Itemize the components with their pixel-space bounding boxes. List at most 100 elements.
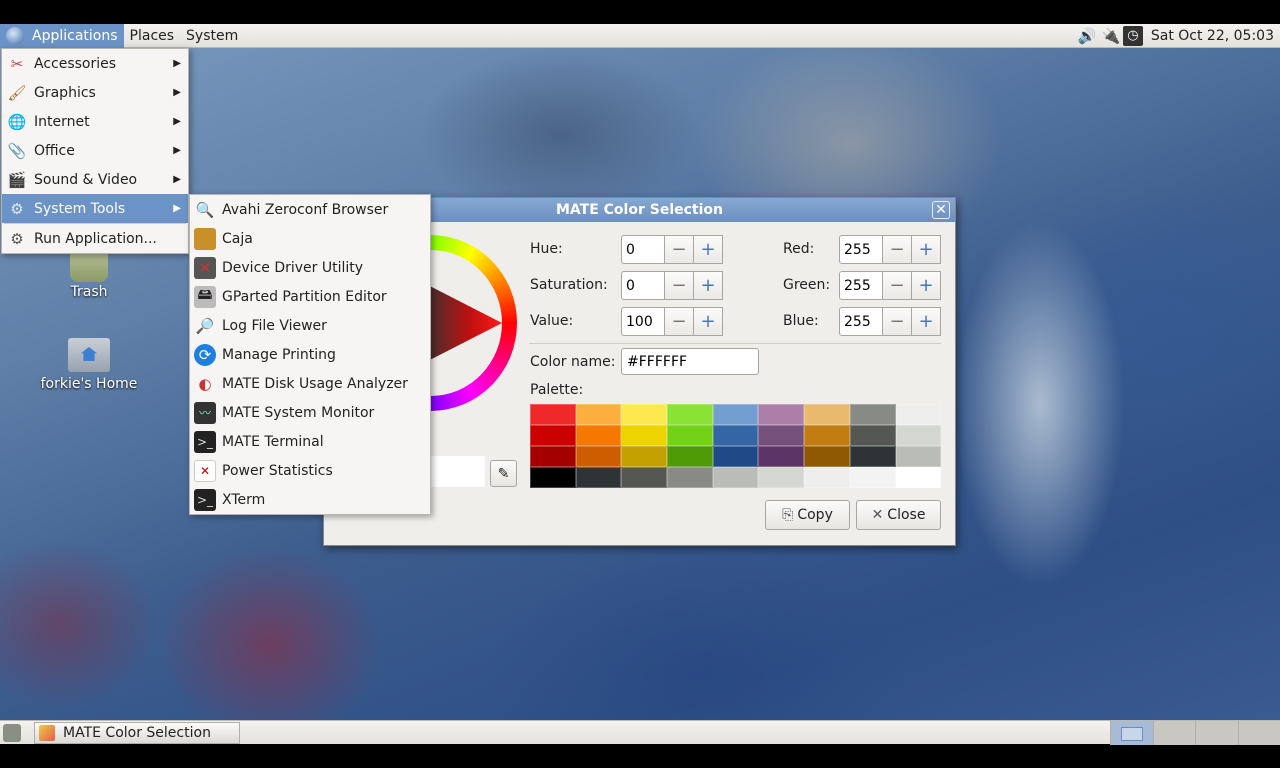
red-input[interactable]	[839, 235, 883, 264]
dialog-title: MATE Color Selection	[555, 202, 723, 218]
menu-item-accessories[interactable]: ✂ Accessories ▶	[2, 49, 188, 78]
palette-swatch[interactable]	[804, 425, 850, 446]
palette-swatch[interactable]	[712, 446, 759, 467]
palette-swatch[interactable]	[575, 467, 622, 488]
palette-swatch[interactable]	[712, 425, 759, 446]
desktop-icon-home[interactable]: forkie's Home	[34, 338, 144, 392]
palette-swatch[interactable]	[667, 467, 713, 488]
decrement-icon[interactable]: −	[883, 307, 912, 336]
workspace-2[interactable]	[1152, 721, 1195, 745]
decrement-icon[interactable]: −	[665, 271, 694, 300]
palette-swatch[interactable]	[621, 446, 668, 467]
palette-swatch[interactable]	[667, 404, 713, 425]
palette-swatch[interactable]	[575, 404, 622, 425]
close-button[interactable]: ✕ Close	[856, 500, 941, 530]
value-spinner[interactable]: − +	[621, 307, 723, 336]
saturation-spinner[interactable]: − +	[621, 271, 723, 300]
palette-swatch[interactable]	[895, 446, 942, 467]
menu-item-log-viewer[interactable]: 🔎 Log File Viewer	[190, 311, 430, 340]
menu-item-sound-video[interactable]: 🎬 Sound & Video ▶	[2, 165, 188, 194]
clock-icon[interactable]: ◷	[1122, 25, 1143, 46]
taskbar-button[interactable]: MATE Color Selection	[34, 722, 240, 744]
eyedropper-icon[interactable]: ✎	[490, 460, 517, 487]
palette-swatch[interactable]	[849, 467, 896, 488]
palette-swatch[interactable]	[667, 425, 713, 446]
saturation-input[interactable]	[621, 271, 665, 300]
blue-input[interactable]	[839, 307, 883, 336]
palette-swatch[interactable]	[895, 467, 942, 488]
menu-item-caja[interactable]: Caja	[190, 224, 430, 253]
menu-item-run-application[interactable]: ⚙ Run Application...	[2, 224, 188, 253]
decrement-icon[interactable]: −	[883, 271, 912, 300]
clock[interactable]: Sat Oct 22, 05:03	[1143, 28, 1280, 44]
places-menu-button[interactable]: Places	[124, 24, 181, 48]
increment-icon[interactable]: +	[912, 307, 941, 336]
palette-swatch[interactable]	[575, 425, 622, 446]
menu-item-avahi[interactable]: 🔍 Avahi Zeroconf Browser	[190, 195, 430, 224]
menu-item-manage-printing[interactable]: ⟳ Manage Printing	[190, 340, 430, 369]
palette-swatch[interactable]	[530, 467, 576, 488]
color-name-input[interactable]	[621, 348, 759, 375]
palette-swatch[interactable]	[804, 467, 850, 488]
workspace-1[interactable]	[1110, 721, 1153, 745]
applications-menu-button[interactable]: Applications	[0, 23, 124, 48]
green-spinner[interactable]: − +	[839, 271, 941, 300]
palette-swatch[interactable]	[849, 446, 896, 467]
palette-swatch[interactable]	[575, 446, 622, 467]
palette-label: Palette:	[530, 382, 584, 398]
increment-icon[interactable]: +	[694, 235, 723, 264]
palette-swatch[interactable]	[530, 425, 576, 446]
palette-swatch[interactable]	[530, 404, 576, 425]
menu-item-internet[interactable]: 🌐 Internet ▶	[2, 107, 188, 136]
menu-item-device-driver[interactable]: ✕ Device Driver Utility	[190, 253, 430, 282]
value-input[interactable]	[621, 307, 665, 336]
palette-swatch[interactable]	[758, 425, 805, 446]
palette-swatch[interactable]	[667, 446, 713, 467]
palette-swatch[interactable]	[621, 425, 668, 446]
palette-swatch[interactable]	[849, 425, 896, 446]
palette-swatch[interactable]	[758, 446, 805, 467]
decrement-icon[interactable]: −	[665, 235, 694, 264]
volume-icon[interactable]: 🔊	[1077, 26, 1097, 46]
network-icon[interactable]: 🔌	[1101, 26, 1121, 46]
palette-swatch[interactable]	[849, 404, 896, 425]
menu-item-graphics[interactable]: 🖌 Graphics ▶	[2, 78, 188, 107]
desktop-icon-trash[interactable]: Trash	[34, 248, 144, 300]
red-spinner[interactable]: − +	[839, 235, 941, 264]
system-menu-button[interactable]: System	[180, 24, 244, 48]
palette-swatch[interactable]	[895, 425, 942, 446]
menu-item-office[interactable]: 📎 Office ▶	[2, 136, 188, 165]
blue-spinner[interactable]: − +	[839, 307, 941, 336]
palette-swatch[interactable]	[758, 467, 805, 488]
hue-spinner[interactable]: − +	[621, 235, 723, 264]
palette-swatch[interactable]	[804, 404, 850, 425]
menu-item-system-monitor[interactable]: 〰 MATE System Monitor	[190, 398, 430, 427]
menu-item-power-statistics[interactable]: ✕ Power Statistics	[190, 456, 430, 485]
increment-icon[interactable]: +	[912, 235, 941, 264]
palette-swatch[interactable]	[712, 467, 759, 488]
copy-button[interactable]: ⎘ Copy	[765, 500, 850, 530]
palette-swatch[interactable]	[895, 404, 942, 425]
palette-swatch[interactable]	[758, 404, 805, 425]
menu-item-system-tools[interactable]: ⚙ System Tools ▶	[2, 194, 188, 223]
menu-item-gparted[interactable]: 🖴 GParted Partition Editor	[190, 282, 430, 311]
menu-item-mate-terminal[interactable]: >_ MATE Terminal	[190, 427, 430, 456]
increment-icon[interactable]: +	[694, 271, 723, 300]
increment-icon[interactable]: +	[912, 271, 941, 300]
palette-swatch[interactable]	[621, 467, 668, 488]
hue-input[interactable]	[621, 235, 665, 264]
menu-item-disk-usage[interactable]: ◐ MATE Disk Usage Analyzer	[190, 369, 430, 398]
decrement-icon[interactable]: −	[665, 307, 694, 336]
menu-item-xterm[interactable]: >_ XTerm	[190, 485, 430, 514]
increment-icon[interactable]: +	[694, 307, 723, 336]
palette-swatch[interactable]	[712, 404, 759, 425]
palette-swatch[interactable]	[804, 446, 850, 467]
close-icon[interactable]: ✕	[932, 201, 950, 219]
workspace-3[interactable]	[1195, 721, 1238, 745]
green-input[interactable]	[839, 271, 883, 300]
show-desktop-icon[interactable]	[3, 724, 21, 742]
palette-swatch[interactable]	[621, 404, 668, 425]
palette-swatch[interactable]	[530, 446, 576, 467]
decrement-icon[interactable]: −	[883, 235, 912, 264]
workspace-4[interactable]	[1237, 721, 1280, 745]
